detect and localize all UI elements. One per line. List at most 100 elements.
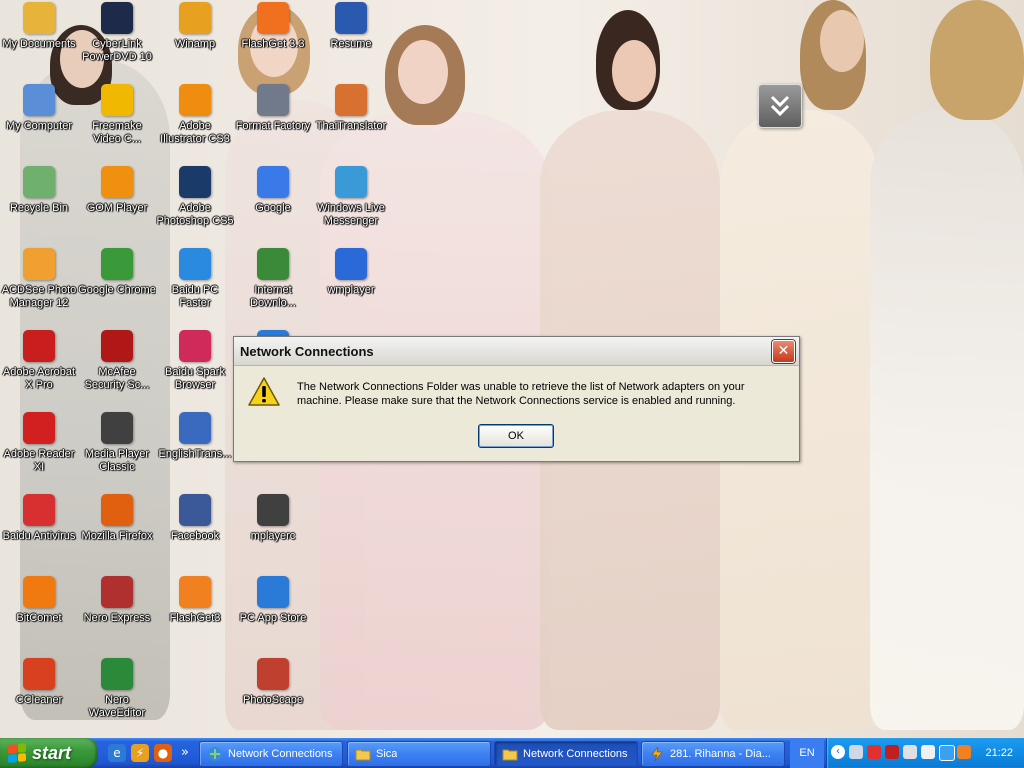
desktop-icon-bitcomet[interactable]: BitComet (0, 574, 78, 654)
desktop-icon-pc-app-store[interactable]: PC App Store (234, 574, 312, 654)
task-winamp[interactable]: 281. Rihanna - Dia... (641, 741, 785, 767)
clock[interactable]: 21:22 (985, 738, 1013, 768)
task-sica[interactable]: Sica (347, 741, 491, 767)
desktop-icon-label: Windows Live Messenger (317, 202, 385, 227)
desktop-icon-adobe-photoshop-cs5[interactable]: Adobe Photoshop CS5 (156, 164, 234, 244)
desktop-icon-baidu-pc-faster[interactable]: Baidu PC Faster (156, 246, 234, 326)
wallpaper-head-4 (612, 40, 656, 102)
desktop-icon-baidu-spark-browser[interactable]: Baidu Spark Browser (156, 328, 234, 408)
desktop-icon-label: Facebook (170, 530, 220, 542)
folder-icon (502, 749, 518, 761)
desktop-icon-label: Nero WaveEditor (88, 694, 146, 719)
shield-icon[interactable] (867, 745, 881, 759)
thai-translator-icon (335, 84, 367, 116)
desktop-icon-label: Baidu Spark Browser (165, 366, 225, 391)
desktop-icon-format-factory[interactable]: Format Factory (234, 82, 312, 162)
flashget-icon (257, 2, 289, 34)
firefox-quicklaunch-icon[interactable]: ● (154, 744, 172, 762)
antivirus-icon[interactable] (885, 745, 899, 759)
desktop-icon-englishtrans[interactable]: EnglishTrans... (156, 410, 234, 490)
desktop-icon-google[interactable]: Google (234, 164, 312, 244)
mplayerc-icon (257, 494, 289, 526)
desktop-icon-label: ACDSee Photo Manager 12 (1, 284, 77, 309)
desktop-icon-adobe-illustrator-cs3[interactable]: Adobe Illustrator CS3 (156, 82, 234, 162)
desktop-icon-ccleaner[interactable]: CCleaner (0, 656, 78, 736)
desktop-icon-media-player-classic[interactable]: Media Player Classic (78, 410, 156, 490)
desktop-icon-label: Media Player Classic (84, 448, 150, 473)
desktop-icon-my-documents[interactable]: My Documents (0, 0, 78, 80)
ie-quicklaunch-icon[interactable]: e (108, 744, 126, 762)
baidu-spark-icon (179, 330, 211, 362)
baidu-icon[interactable] (939, 745, 955, 761)
speaker-icon[interactable] (903, 745, 917, 759)
winamp-quicklaunch-icon[interactable]: ⚡ (131, 744, 149, 762)
start-button[interactable]: start (0, 738, 98, 768)
desktop-icon-label: Recycle Bin (9, 202, 69, 214)
desktop-icon-windows-live-messenger[interactable]: Windows Live Messenger (312, 164, 390, 244)
quicklaunch-overflow-icon[interactable]: » (176, 744, 194, 762)
chrome-icon (101, 248, 133, 280)
desktop-icon-mozilla-firefox[interactable]: Mozilla Firefox (78, 492, 156, 572)
desktop-icon-google-chrome[interactable]: Google Chrome (78, 246, 156, 326)
desktop-icon-mcafee-security-sc[interactable]: McAfee Security Sc... (78, 328, 156, 408)
gom-player-icon (101, 166, 133, 198)
desktop-icon-gom-player[interactable]: GOM Player (78, 164, 156, 244)
desktop-icon-facebook[interactable]: Facebook (156, 492, 234, 572)
desktop-icon-adobe-acrobat-x-pro[interactable]: Adobe Acrobat X Pro (0, 328, 78, 408)
wallpaper-head-5 (820, 10, 864, 72)
flashget-tray-icon[interactable] (957, 745, 971, 759)
desktop-icon-label: Nero Express (83, 612, 151, 624)
desktop-icon-label: BitComet (16, 612, 62, 624)
desktop-icon-freemake-video-c[interactable]: Freemake Video C... (78, 82, 156, 162)
usb-icon[interactable] (921, 745, 935, 759)
desktop-icon-label: FlashGet3 (169, 612, 221, 624)
desktop-icon-adobe-reader-xi[interactable]: Adobe Reader XI (0, 410, 78, 490)
flashget-drop-zone[interactable] (758, 84, 802, 128)
desktop-icon-label: Baidu Antivirus (2, 530, 76, 542)
desktop-icon-flashget-3-3[interactable]: FlashGet 3.3 (234, 0, 312, 80)
desktop-icon-cyberlink-powerdvd-10[interactable]: CyberLink PowerDVD 10 (78, 0, 156, 80)
system-tray: ‹ 21:22 (826, 738, 1024, 768)
task-network-connections-folder[interactable]: Network Connections (494, 741, 638, 767)
ok-button[interactable]: OK (478, 424, 554, 448)
desktop-icon-recycle-bin[interactable]: Recycle Bin (0, 164, 78, 244)
photoscape-icon (257, 658, 289, 690)
task-label: Sica (376, 748, 398, 760)
network-connections-icon (208, 747, 222, 761)
baidu-pc-faster-icon (179, 248, 211, 280)
desktop-icon-photoscape[interactable]: PhotoScape (234, 656, 312, 736)
network-icon[interactable] (849, 745, 863, 759)
desktop-icon-label: Google Chrome (78, 284, 156, 296)
desktop-icon-nero-waveeditor[interactable]: Nero WaveEditor (78, 656, 156, 736)
desktop-icon-my-computer[interactable]: My Computer (0, 82, 78, 162)
desktop-icon-baidu-antivirus[interactable]: Baidu Antivirus (0, 492, 78, 572)
desktop-icon-wmplayer[interactable]: wmplayer (312, 246, 390, 326)
nero-express-icon (101, 576, 133, 608)
desktop-icon-winamp[interactable]: Winamp (156, 0, 234, 80)
recycle-bin-icon (23, 166, 55, 198)
pc-app-store-icon (257, 576, 289, 608)
desktop-icon-thaitranslator[interactable]: ThaiTranslator (312, 82, 390, 162)
desktop-icon-acdsee-photo-manager-12[interactable]: ACDSee Photo Manager 12 (0, 246, 78, 326)
task-network-connections[interactable]: Network Connections (199, 741, 343, 767)
task-label: 281. Rihanna - Dia... (670, 748, 771, 760)
language-indicator[interactable]: EN (790, 738, 824, 768)
desktop-icon-nero-express[interactable]: Nero Express (78, 574, 156, 654)
desktop-icon-label: Adobe Acrobat X Pro (2, 366, 76, 391)
desktop-icon-label: Adobe Reader XI (3, 448, 75, 473)
task-label: Network Connections (228, 748, 333, 760)
ok-button-label: OK (508, 430, 524, 442)
ccleaner-icon (23, 658, 55, 690)
desktop-icon-label: My Computer (5, 120, 73, 132)
close-button[interactable]: ✕ (772, 340, 795, 363)
collapse-arrow-icon[interactable]: ‹ (831, 745, 845, 759)
flashget-icon (179, 576, 211, 608)
start-label: start (32, 742, 72, 763)
desktop-icon-mplayerc[interactable]: mplayerc (234, 492, 312, 572)
desktop-icon-flashget3[interactable]: FlashGet3 (156, 574, 234, 654)
dialog-title: Network Connections (240, 343, 374, 359)
dialog-title-bar[interactable]: Network Connections (234, 337, 799, 366)
desktop-icon-label: Mozilla Firefox (81, 530, 153, 542)
desktop-icon-internet-downlo[interactable]: Internet Downlo... (234, 246, 312, 326)
desktop-icon-resume[interactable]: Resume (312, 0, 390, 80)
